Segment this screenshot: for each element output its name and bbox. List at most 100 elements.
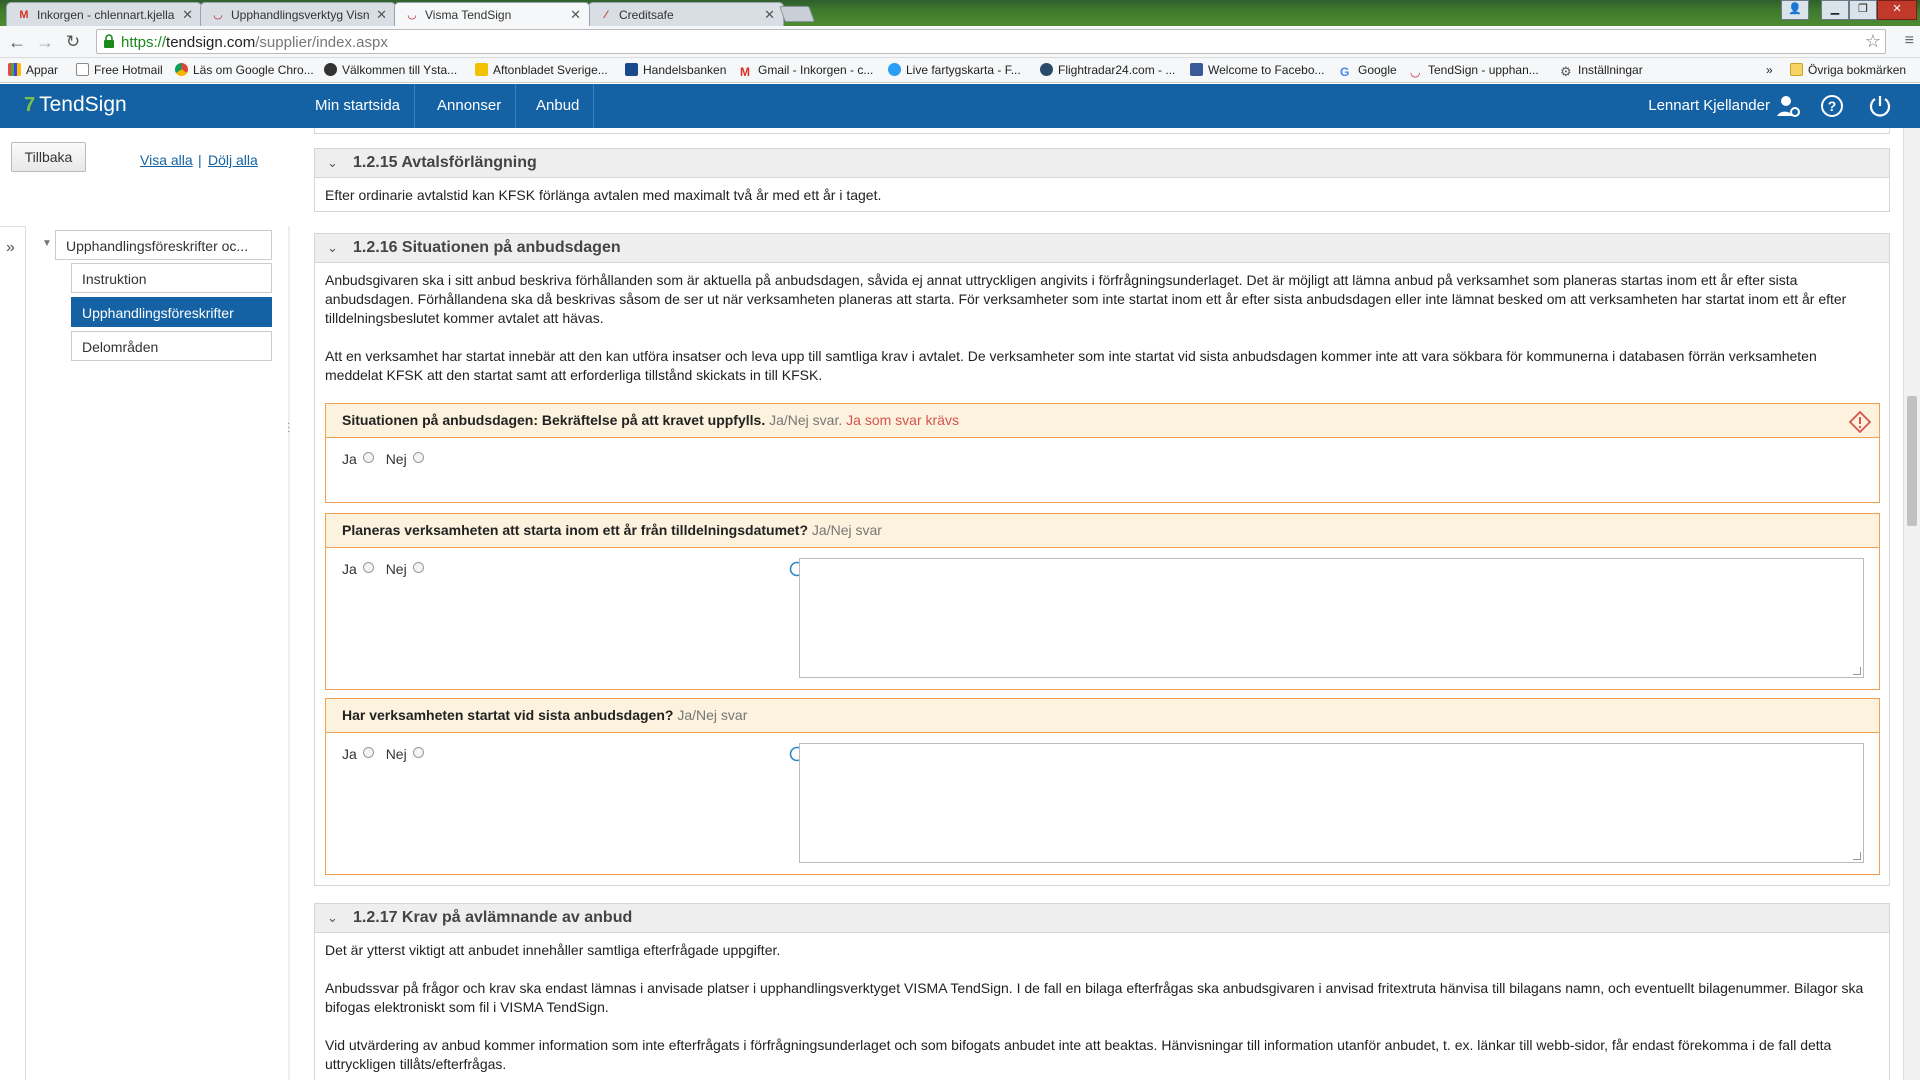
resize-grip-icon[interactable] — [1853, 852, 1861, 860]
restore-icon[interactable]: ❐ — [1849, 0, 1877, 20]
bookmark-item[interactable]: Free Hotmail — [76, 63, 163, 77]
yes-label: Ja — [342, 451, 357, 467]
user-name[interactable]: Lennart Kjellander — [1648, 97, 1770, 114]
page-icon — [76, 63, 89, 76]
bookmark-item[interactable]: ◡ TendSign - upphan... — [1410, 63, 1539, 79]
folder-icon — [1790, 63, 1803, 76]
show-all-link[interactable]: Visa alla — [140, 152, 193, 168]
section-text: Det är ytterst viktigt att anbudet inneh… — [325, 942, 781, 958]
nav-annonser[interactable]: Annonser — [423, 84, 517, 128]
bookmark-apps[interactable]: Appar — [8, 63, 58, 77]
new-tab-button[interactable] — [779, 6, 815, 22]
page-scrollbar[interactable] — [1903, 128, 1920, 1080]
user-profile-icon[interactable]: 👤 — [1781, 0, 1809, 20]
nav-anbud[interactable]: Anbud — [522, 84, 595, 128]
yes-radio[interactable] — [362, 452, 374, 463]
bookmark-item[interactable]: ⚙ Inställningar — [1560, 63, 1643, 78]
bookmark-star-icon[interactable]: ☆ — [1865, 31, 1881, 52]
bookmarks-overflow-icon[interactable]: » — [1766, 63, 1773, 77]
panel-splitter[interactable] — [288, 226, 290, 1080]
bookmark-item[interactable]: Läs om Google Chro... — [175, 63, 314, 77]
google-icon: G — [1340, 65, 1350, 79]
close-tab-icon[interactable]: ✕ — [570, 7, 581, 23]
url-input[interactable]: https://tendsign.com/supplier/index.aspx… — [96, 29, 1886, 54]
browser-tab[interactable]: ⁄ Creditsafe ✕ — [588, 2, 784, 26]
yes-radio[interactable] — [362, 747, 374, 758]
browser-menu-icon[interactable]: ≡ — [1905, 32, 1914, 50]
gmail-icon: M — [19, 9, 29, 21]
user-settings-icon[interactable] — [1776, 94, 1800, 118]
back-icon[interactable]: ← — [6, 32, 28, 53]
no-radio[interactable] — [412, 562, 424, 573]
resize-grip-icon[interactable] — [1853, 667, 1861, 675]
browser-tab-active[interactable]: ◡ Visma TendSign ✕ — [394, 2, 590, 26]
close-tab-icon[interactable]: ✕ — [182, 7, 193, 23]
no-radio[interactable] — [412, 747, 424, 758]
aftonbladet-icon — [475, 63, 488, 76]
tree-root-item[interactable]: Upphandlingsföreskrifter oc... — [55, 230, 272, 260]
browser-tab[interactable]: M Inkorgen - chlennart.kjella ✕ — [6, 2, 202, 26]
section-header[interactable]: ⌄ 1.2.17 Krav på avlämnande av anbud — [314, 903, 1890, 933]
apps-grid-icon — [8, 63, 21, 76]
section-header[interactable]: ⌄ 1.2.16 Situationen på anbudsdagen — [314, 233, 1890, 263]
handelsbanken-icon — [625, 63, 638, 76]
gmail-icon: M — [740, 65, 750, 79]
yes-no-radio-group: Ja Nej — [342, 451, 432, 467]
chevron-down-icon[interactable]: ⌄ — [327, 240, 338, 256]
section-text: Vid utvärdering av anbud kommer informat… — [325, 1037, 1832, 1072]
chevron-down-icon[interactable]: ⌄ — [327, 910, 338, 926]
tree-item-instruktion[interactable]: Instruktion — [71, 263, 272, 293]
chrome-icon — [175, 63, 188, 76]
logout-power-icon[interactable] — [1868, 94, 1892, 118]
help-icon[interactable]: ? — [1820, 94, 1844, 118]
tree-expand-icon[interactable]: ▼ — [42, 238, 52, 249]
bookmark-item[interactable]: Aftonbladet Sverige... — [475, 63, 608, 77]
tree-item-upphandlingsforeskrifter[interactable]: Upphandlingsföreskrifter — [71, 297, 272, 327]
bookmark-item[interactable]: Välkommen till Ysta... — [324, 63, 457, 77]
forward-icon[interactable]: → — [34, 32, 56, 53]
requirement-question: Planeras verksamheten att starta inom et… — [342, 522, 809, 538]
chevron-down-icon[interactable]: ⌄ — [327, 155, 338, 171]
tendsign-logo[interactable]: 7 TendSign — [24, 93, 127, 117]
yes-radio[interactable] — [362, 562, 374, 573]
minimize-icon[interactable]: ▁ — [1821, 0, 1849, 20]
bookmark-item[interactable]: G Google — [1340, 63, 1397, 79]
section-header[interactable]: ⌄ 1.2.15 Avtalsförlängning — [314, 148, 1890, 178]
tree-item-delomraden[interactable]: Delområden — [71, 331, 272, 361]
other-bookmarks[interactable]: Övriga bokmärken — [1790, 63, 1906, 77]
yes-label: Ja — [342, 561, 357, 577]
yes-no-radio-group: Ja Nej — [342, 746, 432, 762]
section-body: Efter ordinarie avtalstid kan KFSK förlä… — [314, 178, 1890, 212]
main-content: ⌄ 1.2.15 Avtalsförlängning Efter ordinar… — [314, 128, 1890, 1080]
splitter-grip-icon[interactable]: · · · — [287, 419, 290, 437]
bookmark-item[interactable]: Handelsbanken — [625, 63, 726, 77]
collapse-panel-strip[interactable]: » — [0, 226, 26, 1080]
browser-tab[interactable]: ◡ Upphandlingsverktyg Visn ✕ — [200, 2, 396, 26]
nav-min-startsida[interactable]: Min startsida — [301, 84, 416, 128]
bookmark-item[interactable]: M Gmail - Inkorgen - c... — [740, 63, 873, 79]
ystad-icon — [324, 63, 337, 76]
bookmark-item[interactable]: Live fartygskarta - F... — [888, 63, 1021, 77]
back-button[interactable]: Tillbaka — [11, 142, 86, 172]
no-radio[interactable] — [412, 452, 424, 463]
scrollbar-thumb[interactable] — [1907, 396, 1917, 526]
close-tab-icon[interactable]: ✕ — [764, 7, 775, 23]
app-header: 7 TendSign Min startsida Annonser Anbud L… — [0, 84, 1920, 128]
required-answer-warning: Ja som svar krävs — [846, 412, 959, 428]
visma-icon: ◡ — [213, 9, 223, 21]
hide-all-link[interactable]: Dölj alla — [208, 152, 258, 168]
close-window-icon[interactable]: ✕ — [1877, 0, 1917, 20]
answer-comment-textarea[interactable] — [799, 743, 1864, 863]
bookmark-item[interactable]: Flightradar24.com - ... — [1040, 63, 1175, 77]
double-chevron-right-icon[interactable]: » — [6, 239, 15, 257]
lock-icon — [104, 34, 114, 48]
gear-icon: ⚙ — [1560, 64, 1572, 79]
reload-icon[interactable]: ↻ — [62, 32, 84, 52]
answer-comment-textarea[interactable] — [799, 558, 1864, 678]
requirement-card: Planeras verksamheten att starta inom et… — [325, 513, 1880, 690]
close-tab-icon[interactable]: ✕ — [376, 7, 387, 23]
requirement-card: Situationen på anbudsdagen: Bekräftelse … — [325, 403, 1880, 503]
address-bar: ← → ↻ https://tendsign.com/supplier/inde… — [0, 26, 1920, 58]
requirement-header: Situationen på anbudsdagen: Bekräftelse … — [326, 404, 1879, 438]
bookmark-item[interactable]: Welcome to Facebo... — [1190, 63, 1325, 77]
